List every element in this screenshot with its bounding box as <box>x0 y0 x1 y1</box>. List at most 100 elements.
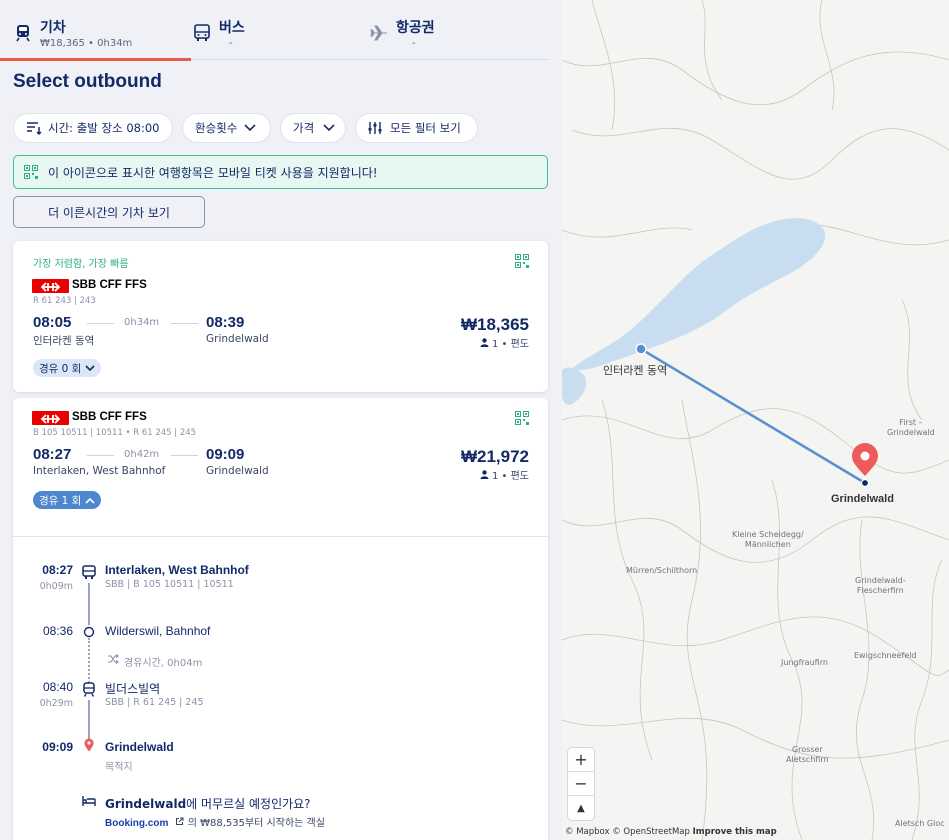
stop-circle-icon <box>83 626 95 638</box>
trip-duration: 0h42m <box>124 449 160 460</box>
sbb-logo <box>32 279 69 293</box>
hotel-promo-sub[interactable]: Booking.com 의 ₩88,535부터 시작하는 객실 <box>105 814 325 829</box>
mobile-banner-text: 이 아이콘으로 표시한 여행항목은 모바일 티켓 사용을 지원합니다! <box>48 165 378 180</box>
route-map[interactable]: 인터라켄 동역 Grindelwald First – Grindelwald … <box>562 0 949 840</box>
time-filter-chip[interactable]: 시간: 출발 장소 08:00 <box>13 113 173 143</box>
duration-line <box>87 455 114 456</box>
passenger-info: 1 • 편도 <box>480 467 529 482</box>
departure-time: 08:27 <box>33 446 72 463</box>
chevron-up-icon <box>85 497 95 504</box>
earlier-trains-button[interactable]: 더 이른시간의 기차 보기 <box>13 196 205 228</box>
duration-line <box>171 455 198 456</box>
mobile-ticket-icon <box>515 411 529 425</box>
destination-label: 목적지 <box>105 762 133 773</box>
tab-flight-summary: - <box>412 38 416 49</box>
arrival-time: 08:39 <box>206 314 245 331</box>
destination-pin-icon[interactable] <box>852 443 878 476</box>
zoom-in-button[interactable]: + <box>568 748 594 772</box>
trip-duration: 0h34m <box>124 317 160 328</box>
tab-flight-label: 항공권 <box>396 20 435 36</box>
result-card[interactable]: 가장 저렴함, 가장 빠름 SBB CFF FFS R 61 243 | 243… <box>13 241 548 392</box>
duration-line <box>87 323 114 324</box>
tab-flight[interactable]: 항공권 - <box>366 0 548 60</box>
stops-label: 경유 0 회 <box>39 362 82 375</box>
card-divider <box>13 536 548 537</box>
transfer-icon <box>108 654 119 664</box>
transfers-filter-chip[interactable]: 환승횟수 <box>182 113 271 143</box>
sbb-logo <box>32 411 69 425</box>
tab-bus[interactable]: 버스 - <box>191 0 366 60</box>
mapbox-credit[interactable]: © Mapbox <box>565 827 610 837</box>
train-code: B 105 10511 | 10511 • R 61 245 | 245 <box>33 428 197 438</box>
osm-credit[interactable]: © OpenStreetMap <box>612 827 690 837</box>
passenger-info: 1 • 편도 <box>480 335 529 350</box>
chevron-down-icon <box>323 124 335 132</box>
segment-code: SBB | B 105 10511 | 10511 <box>105 579 234 590</box>
bus-icon <box>82 565 96 579</box>
tab-bus-summary: - <box>229 38 233 49</box>
route-line <box>88 583 90 625</box>
price-filter-chip[interactable]: 가격 <box>280 113 346 143</box>
person-icon <box>480 470 489 479</box>
train-icon <box>83 682 95 697</box>
segment-duration: 0h09m <box>39 581 73 592</box>
result-card[interactable]: SBB CFF FFS B 105 10511 | 10511 • R 61 2… <box>13 398 548 840</box>
destination-name: Grindelwald <box>105 740 174 754</box>
map-place-label: First – Grindelwald <box>887 418 935 437</box>
tab-train-label: 기차 <box>40 20 66 36</box>
airplane-icon <box>370 25 387 41</box>
map-place-label: Ewigschneefeld <box>854 651 917 660</box>
person-icon <box>480 338 489 347</box>
tab-train[interactable]: 기차 ₩18,365 • 0h34m <box>0 0 191 61</box>
origin-marker[interactable] <box>635 343 647 355</box>
all-filters-label: 모든 필터 보기 <box>390 121 461 135</box>
stop-time: 08:36 <box>42 624 73 638</box>
segment-time: 08:27 <box>42 563 73 577</box>
hotel-city: Grindelwald <box>105 797 187 811</box>
segment-origin: 빌더스빌역 <box>105 682 161 696</box>
sort-icon <box>27 122 42 135</box>
sliders-icon <box>368 122 382 134</box>
route-line <box>88 700 90 740</box>
arrival-station: Grindelwald <box>206 465 269 477</box>
active-tab-indicator <box>0 58 191 61</box>
arrival-time: 09:09 <box>206 446 245 463</box>
price-filter-label: 가격 <box>293 121 315 135</box>
time-filter-label: 시간: 출발 장소 08:00 <box>48 121 160 135</box>
stop-name: Wilderswil, Bahnhof <box>105 624 211 638</box>
bus-icon <box>194 24 210 41</box>
departure-station: 인터라켄 동역 <box>33 335 95 347</box>
result-badges: 가장 저렴함, 가장 빠름 <box>33 259 129 270</box>
arrival-time: 09:09 <box>42 740 73 754</box>
segment-duration: 0h29m <box>39 698 73 709</box>
zoom-out-button[interactable]: − <box>568 772 594 796</box>
hotel-offer: 의 ₩88,535부터 시작하는 객실 <box>187 818 325 829</box>
transport-tabs: 기차 ₩18,365 • 0h34m 버스 - 항공권 - <box>0 0 548 61</box>
price: ₩21,972 <box>460 447 529 466</box>
stops-toggle[interactable]: 경유 0 회 <box>33 359 102 377</box>
chevron-down-icon <box>244 124 256 132</box>
hotel-promo-title[interactable]: Grindelwald에 머무르실 예정인가요? <box>105 795 311 812</box>
map-place-label: Mürren/Schilthorn <box>626 566 698 575</box>
train-code: R 61 243 | 243 <box>33 296 96 306</box>
map-place-label: Grosser Aletschfirn <box>786 745 829 764</box>
compass-button[interactable]: ▲ <box>568 796 594 820</box>
lake-thun <box>562 367 587 405</box>
map-origin-label: 인터라켄 동역 <box>603 364 668 377</box>
improve-map-link[interactable]: Improve this map <box>693 827 777 837</box>
bed-icon <box>82 796 96 806</box>
map-place-label: Jungfraufirn <box>781 658 828 667</box>
map-attribution: © Mapbox © OpenStreetMap Improve this ma… <box>565 827 777 837</box>
segment-time: 08:40 <box>42 680 73 694</box>
train-icon <box>16 25 30 42</box>
all-filters-button[interactable]: 모든 필터 보기 <box>355 113 478 143</box>
passenger-text: 1 • 편도 <box>491 471 529 482</box>
price: ₩18,365 <box>460 315 529 334</box>
route-line <box>640 347 866 485</box>
lake-brienz <box>570 218 826 371</box>
destination-dot <box>860 478 870 488</box>
segment-code: SBB | R 61 245 | 245 <box>105 697 204 708</box>
passenger-text: 1 • 편도 <box>491 339 529 350</box>
stops-toggle[interactable]: 경유 1 회 <box>33 491 102 509</box>
segment-origin: Interlaken, West Bahnhof <box>105 563 249 577</box>
